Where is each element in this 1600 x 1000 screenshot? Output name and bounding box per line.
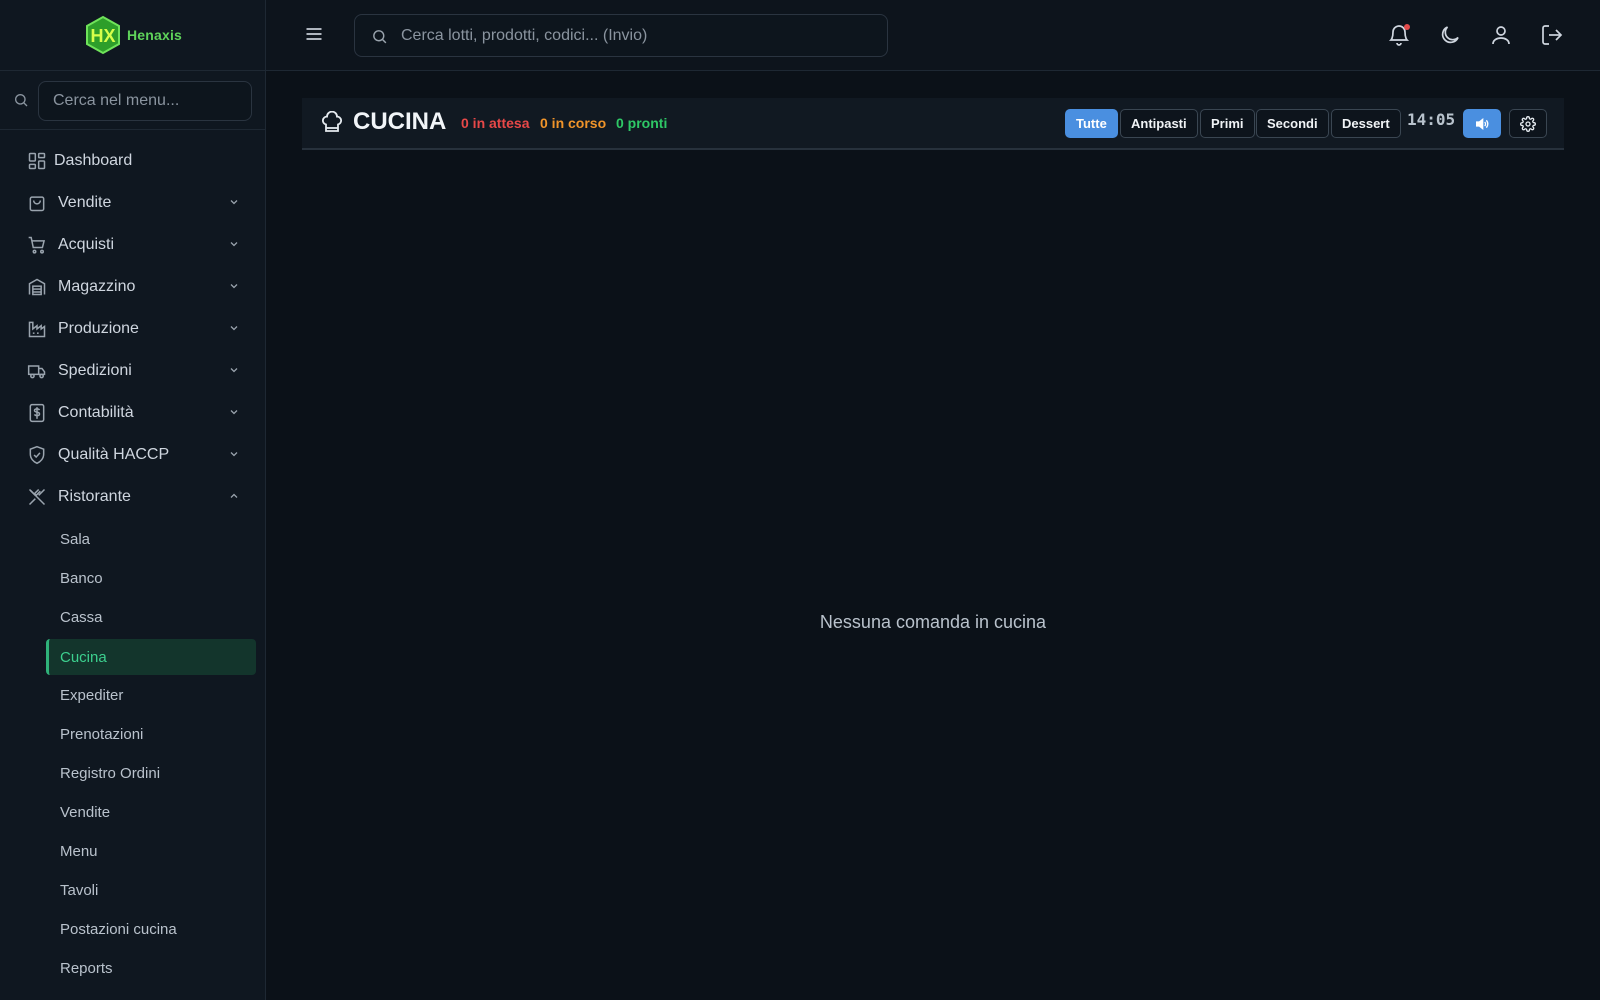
factory-icon	[26, 318, 48, 340]
menu-search-row	[0, 71, 265, 130]
sidebar-item-label: Vendite	[58, 194, 112, 211]
sidebar-subitem-banco[interactable]: Banco	[46, 560, 256, 596]
logout-button[interactable]	[1540, 23, 1564, 47]
logout-icon	[1542, 25, 1563, 45]
shield-check-icon	[26, 444, 48, 466]
sidebar-item-acquisti[interactable]: Acquisti	[22, 226, 252, 264]
sidebar-subitem-registro-ordini[interactable]: Registro Ordini	[46, 755, 256, 791]
topbar	[266, 0, 1600, 71]
chevron-down-icon	[230, 452, 238, 457]
sidebar-item-label: Produzione	[58, 320, 139, 337]
sidebar-subitem-label: Reports	[60, 959, 113, 977]
sidebar-item-label: Qualità HACCP	[58, 446, 170, 463]
sidebar-item-label: Spedizioni	[58, 362, 132, 379]
sidebar: HX Henaxis Dashboard Vendite	[0, 0, 266, 1000]
user-profile-button[interactable]	[1489, 23, 1513, 47]
dashboard-icon	[26, 150, 48, 172]
sidebar-item-label: Magazzino	[58, 278, 136, 295]
sidebar-subitem-tavoli[interactable]: Tavoli	[46, 872, 256, 908]
hamburger-menu-icon[interactable]	[304, 24, 324, 44]
sidebar-subitem-label: Postazioni cucina	[60, 920, 177, 938]
truck-icon	[26, 360, 48, 382]
dollar-file-icon	[26, 402, 48, 424]
theme-toggle-button[interactable]	[1438, 23, 1462, 47]
sidebar-subitem-cucina[interactable]: Cucina	[46, 639, 256, 675]
sidebar-subitem-label: Prenotazioni	[60, 725, 144, 743]
status-ready-count: 0 pronti	[616, 115, 668, 131]
sidebar-subitem-label: Banco	[60, 569, 103, 587]
gear-icon	[1520, 115, 1536, 132]
volume-icon	[1476, 117, 1489, 130]
brand-logo[interactable]: HX Henaxis	[83, 15, 182, 55]
sidebar-item-label: Ristorante	[58, 488, 131, 505]
sidebar-item-label: Acquisti	[58, 236, 115, 253]
shopping-bag-icon	[26, 192, 48, 214]
filter-tutte-button[interactable]: Tutte	[1065, 109, 1118, 138]
chevron-down-icon	[230, 326, 238, 331]
page-title: CUCINA	[353, 108, 447, 135]
notifications-button[interactable]	[1387, 23, 1411, 47]
search-icon	[373, 30, 387, 44]
user-icon	[1492, 26, 1510, 45]
brand-logo-icon: HX	[85, 15, 120, 55]
status-in-progress-count: 0 in corso	[540, 115, 607, 131]
sidebar-item-magazzino[interactable]: Magazzino	[22, 268, 252, 306]
chevron-down-icon	[230, 242, 238, 247]
sidebar-item-dashboard[interactable]: Dashboard	[22, 142, 252, 180]
kitchen-clock: 14:05	[1407, 110, 1456, 129]
filter-antipasti-button[interactable]: Antipasti	[1120, 109, 1198, 138]
chef-hat-icon	[322, 111, 342, 132]
sidebar-subitem-expediter[interactable]: Expediter	[46, 677, 256, 713]
brand-name: Henaxis	[126, 27, 183, 43]
search-icon	[15, 94, 28, 107]
sidebar-item-spedizioni[interactable]: Spedizioni	[22, 352, 252, 390]
sidebar-item-vendite[interactable]: Vendite	[22, 184, 252, 222]
sidebar-subitem-reports[interactable]: Reports	[46, 950, 256, 986]
filter-dessert-button[interactable]: Dessert	[1331, 109, 1401, 138]
sidebar-subitem-postazioni-cucina[interactable]: Postazioni cucina	[46, 911, 256, 947]
menu-search-input[interactable]	[38, 81, 252, 121]
status-waiting-count: 0 in attesa	[461, 115, 530, 131]
filter-primi-button[interactable]: Primi	[1200, 109, 1255, 138]
sidebar-subitem-label: Vendite	[60, 803, 111, 821]
sidebar-subitem-label: Sala	[60, 530, 91, 548]
sidebar-item-label: Dashboard	[54, 152, 133, 169]
sidebar-subitem-label: Registro Ordini	[60, 764, 161, 782]
warehouse-icon	[26, 276, 48, 298]
sidebar-subitem-menu[interactable]: Menu	[46, 833, 256, 869]
sidebar-item-produzione[interactable]: Produzione	[22, 310, 252, 348]
filter-secondi-button[interactable]: Secondi	[1256, 109, 1329, 138]
sidebar-item-qualita-haccp[interactable]: Qualità HACCP	[22, 436, 252, 474]
chevron-up-icon	[230, 493, 238, 498]
logo-area: HX Henaxis	[0, 0, 265, 71]
kitchen-header: CUCINA 0 in attesa 0 in corso 0 pronti T…	[302, 98, 1564, 150]
sidebar-subitem-sala[interactable]: Sala	[46, 521, 256, 557]
sidebar-subitem-label: Menu	[60, 842, 98, 860]
sidebar-subitem-prenotazioni[interactable]: Prenotazioni	[46, 716, 256, 752]
sidebar-subitem-label: Cucina	[60, 648, 107, 666]
chevron-down-icon	[230, 284, 238, 289]
kitchen-settings-button[interactable]	[1509, 109, 1547, 138]
cart-icon	[26, 234, 48, 256]
global-search	[354, 14, 888, 57]
sidebar-subitem-label: Expediter	[60, 686, 124, 704]
empty-orders-message: Nessuna comanda in cucina	[819, 612, 1047, 632]
sidebar-item-label: Contabilità	[58, 404, 134, 421]
utensils-icon	[26, 486, 48, 508]
sidebar-subitem-vendite[interactable]: Vendite	[46, 794, 256, 830]
sidebar-subitem-label: Cassa	[60, 608, 103, 626]
sidebar-item-ristorante[interactable]: Ristorante	[22, 478, 252, 516]
global-search-input[interactable]	[401, 15, 881, 56]
moon-icon	[1441, 26, 1459, 44]
svg-text:HX: HX	[90, 26, 115, 46]
sidebar-subitem-label: Tavoli	[60, 881, 99, 899]
notification-dot	[1404, 24, 1410, 30]
sound-toggle-button[interactable]	[1463, 109, 1501, 138]
sidebar-item-contabilita[interactable]: Contabilità	[22, 394, 252, 432]
sidebar-subitem-cassa[interactable]: Cassa	[46, 599, 256, 635]
chevron-down-icon	[230, 200, 238, 205]
chevron-down-icon	[230, 410, 238, 415]
chevron-down-icon	[230, 368, 238, 373]
